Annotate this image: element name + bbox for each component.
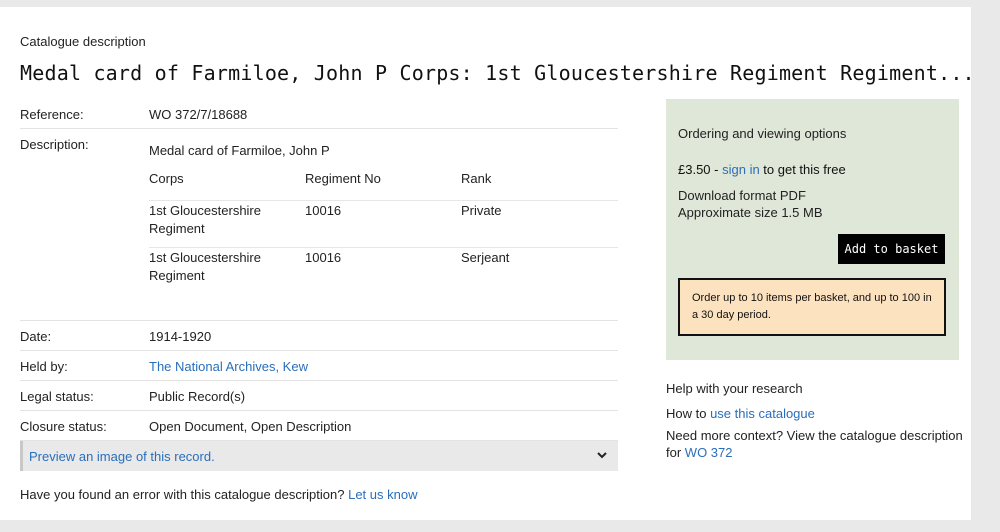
let-us-know-link[interactable]: Let us know [348,487,417,502]
help-how-prefix: How to [666,406,711,421]
help-context: Need more context? View the catalogue de… [666,427,966,461]
reference-label: Reference: [20,107,84,122]
header-regiment-no: Regiment No [305,171,381,186]
description-value: Medal card of Farmiloe, John P Corps Reg… [149,129,618,320]
date-label: Date: [20,329,52,344]
ordering-panel: Ordering and viewing options £3.50 - sig… [666,99,959,360]
closure-status-value: Open Document, Open Description [149,419,352,434]
cell-regiment-no: 10016 [305,250,342,265]
chevron-down-icon[interactable] [596,449,608,461]
basket-limit-notice: Order up to 10 items per basket, and up … [678,278,946,336]
subtable-header-row: Corps Regiment No Rank [149,171,618,201]
price-value: £3.50 [678,162,711,177]
section-label: Catalogue description [20,34,146,49]
error-report-text: Have you found an error with this catalo… [20,487,345,502]
preview-image-link[interactable]: Preview an image of this record. [29,449,215,464]
legal-status-row: Legal status: Public Record(s) [20,381,618,411]
header-rank: Rank [461,171,492,186]
approximate-size: Approximate size 1.5 MB [678,205,823,220]
help-title: Help with your research [666,381,803,396]
description-text: Medal card of Farmiloe, John P [149,143,330,158]
description-row: Description: Medal card of Farmiloe, Joh… [20,129,618,321]
price-line: £3.50 - sign in to get this free [678,162,846,177]
ordering-title: Ordering and viewing options [678,126,847,141]
closure-status-row: Closure status: Open Document, Open Desc… [20,411,618,441]
sign-in-link[interactable]: sign in [722,162,760,177]
closure-status-label: Closure status: [20,419,107,434]
use-this-catalogue-link[interactable]: use this catalogue [710,406,815,421]
error-report: Have you found an error with this catalo… [20,487,417,502]
header-corps: Corps [149,171,184,186]
wo-372-link[interactable]: WO 372 [685,445,733,460]
legal-status-value: Public Record(s) [149,389,246,404]
held-by-link[interactable]: The National Archives, Kew [149,359,308,374]
cell-rank: Serjeant [461,250,510,265]
description-subtable: Corps Regiment No Rank 1st Gloucestershi… [149,171,618,294]
date-row: Date: 1914-1920 [20,321,618,351]
download-format: Download format PDF [678,188,806,203]
page-title: Medal card of Farmiloe, John P Corps: 1s… [20,61,975,85]
held-by-label: Held by: [20,359,68,374]
cell-corps: 1st Gloucestershire Regiment [149,250,261,283]
help-how-to: How to use this catalogue [666,406,815,421]
cell-corps: 1st Gloucestershire Regiment [149,203,261,236]
cell-regiment-no: 10016 [305,203,342,218]
add-to-basket-button[interactable]: Add to basket [838,234,945,264]
cell-rank: Private [461,203,502,218]
subtable-row: 1st Gloucestershire Regiment 10016 Priva… [149,201,618,248]
date-value: 1914-1920 [149,329,212,344]
legal-status-label: Legal status: [20,389,94,404]
catalogue-panel: Catalogue description Medal card of Farm… [0,7,975,520]
description-label: Description: [20,137,89,152]
held-by-row: Held by: The National Archives, Kew [20,351,618,381]
price-separator: - [710,162,723,177]
subtable-row: 1st Gloucestershire Regiment 10016 Serje… [149,248,618,294]
reference-row: Reference: WO 372/7/18688 [20,99,618,129]
price-suffix: to get this free [759,162,846,177]
details-table: Reference: WO 372/7/18688 Description: M… [20,99,618,441]
preview-image-toggle[interactable]: Preview an image of this record. [20,441,618,471]
reference-value: WO 372/7/18688 [149,107,248,122]
